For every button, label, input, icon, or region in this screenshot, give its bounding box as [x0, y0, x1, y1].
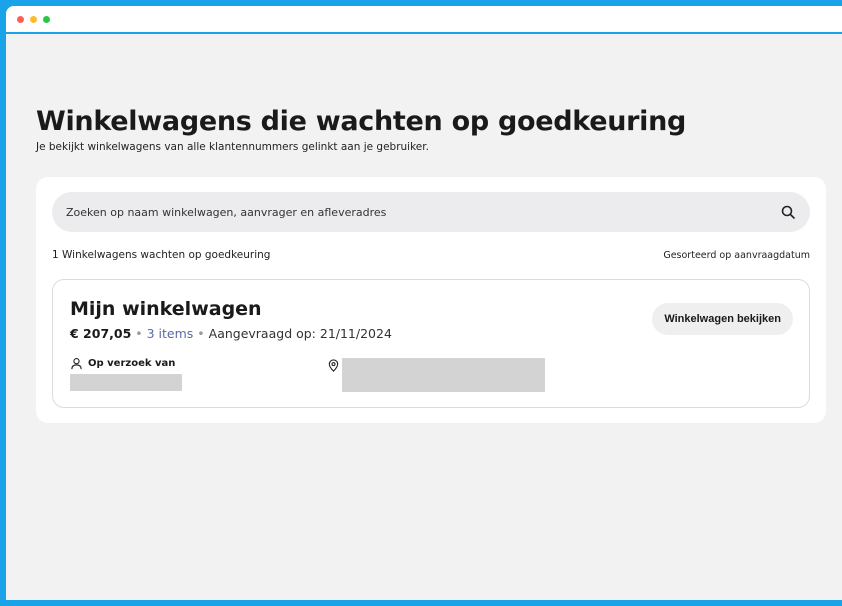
cart-meta: € 207,05 • 3 items • Aangevraagd op: 21/… [70, 326, 392, 341]
cart-name: Mijn winkelwagen [70, 298, 262, 320]
carts-panel: Zoeken op naam winkelwagen, aanvrager en… [36, 177, 826, 423]
cart-price: € 207,05 [70, 326, 132, 341]
redacted-address [342, 358, 545, 392]
close-window-dot[interactable] [17, 15, 24, 23]
page-title: Winkelwagens die wachten op goedkeuring [36, 106, 687, 137]
meta-separator: • [131, 326, 147, 341]
requested-by-label: Op verzoek van [88, 358, 176, 369]
browser-window: Winkelwagens die wachten op goedkeuring … [6, 6, 842, 600]
search-icon[interactable] [780, 204, 796, 220]
sort-label[interactable]: Gesorteerd op aanvraagdatum [663, 250, 810, 261]
search-placeholder: Zoeken op naam winkelwagen, aanvrager en… [66, 205, 387, 219]
view-cart-button[interactable]: Winkelwagen bekijken [652, 303, 793, 335]
maximize-window-dot[interactable] [43, 15, 50, 23]
minimize-window-dot[interactable] [30, 15, 37, 23]
delivery-address [327, 357, 340, 376]
cart-items-link[interactable]: 3 items [147, 326, 194, 341]
requested-by: Op verzoek van [70, 357, 175, 370]
search-input[interactable]: Zoeken op naam winkelwagen, aanvrager en… [52, 192, 810, 232]
window-titlebar [6, 6, 842, 34]
location-pin-icon [328, 359, 339, 372]
results-count: 1 Winkelwagens wachten op goedkeuring [52, 249, 271, 261]
cart-request-date: Aangevraagd op: 21/11/2024 [208, 326, 392, 341]
redacted-requester [70, 374, 182, 391]
meta-separator: • [193, 326, 209, 341]
page-header: Winkelwagens die wachten op goedkeuring … [36, 106, 828, 153]
cart-card: Mijn winkelwagen € 207,05 • 3 items • Aa… [52, 279, 810, 408]
page-subtitle: Je bekijkt winkelwagens van alle klanten… [36, 141, 429, 153]
user-icon [71, 358, 82, 370]
